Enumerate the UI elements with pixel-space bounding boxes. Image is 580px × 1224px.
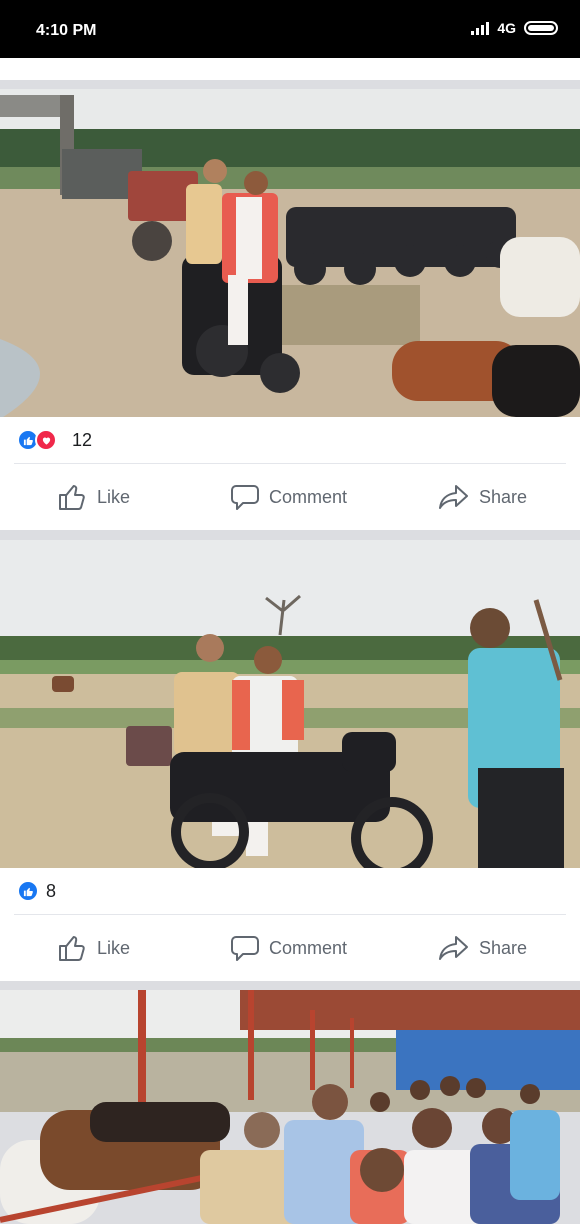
share-label: Share [479,937,528,958]
photo-motorcycle-group-image [0,540,580,868]
like-label: Like [97,486,131,507]
reaction-count: 8 [46,881,57,901]
share-button[interactable]: Share [438,915,527,981]
like-icon [59,936,85,961]
share-button[interactable]: Share [438,464,527,530]
like-button[interactable]: Like [58,915,130,981]
reactions-summary[interactable]: 12 [0,417,580,463]
post-photo[interactable] [0,540,580,868]
photo-motorcycle-riders-image [0,89,580,417]
like-button[interactable]: Like [58,464,130,530]
share-icon [439,485,468,509]
reaction-count: 12 [72,430,93,450]
comment-button[interactable]: Comment [230,464,347,530]
network-type: 4G [497,20,516,36]
comment-button[interactable]: Comment [230,915,347,981]
share-label: Share [479,486,528,507]
post-actions: Like Comment Share [0,464,580,530]
reactions-summary[interactable]: 8 [0,868,580,914]
comment-icon [231,936,259,961]
comment-label: Comment [269,486,348,507]
post-actions: Like Comment Share [0,915,580,981]
previous-post-actions-remnant [0,58,580,80]
signal-icon [471,21,490,35]
comment-icon [231,485,259,510]
post-photo[interactable] [0,89,580,417]
love-reaction-icon [35,429,57,451]
status-bar: 4:10 PM 4G [0,0,580,58]
comment-label: Comment [269,937,348,958]
photo-cow-shed-group-image [0,990,580,1224]
like-reaction-icon [17,880,39,902]
battery-icon [524,21,558,35]
like-label: Like [97,937,131,958]
like-icon [59,485,85,510]
status-time: 4:10 PM [36,22,97,39]
post-photo[interactable] [0,990,580,1224]
share-icon [439,936,468,960]
